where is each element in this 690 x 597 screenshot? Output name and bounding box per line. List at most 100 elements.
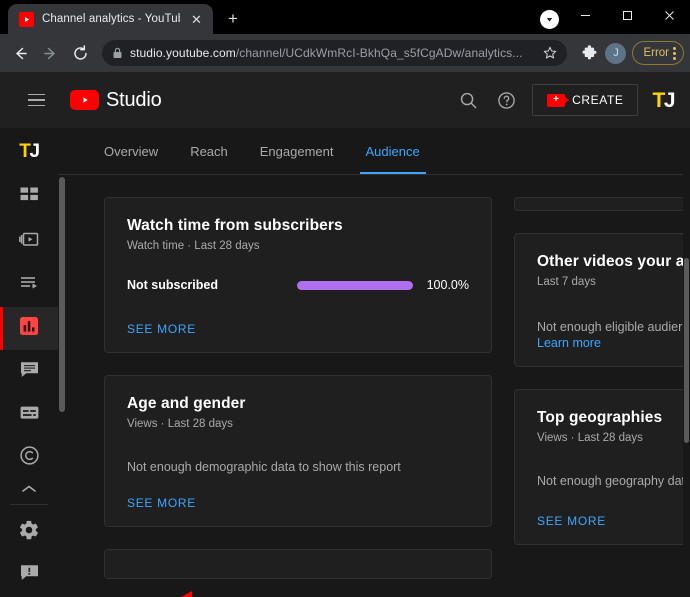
create-button[interactable]: + CREATE bbox=[532, 84, 638, 116]
bar-percent-label: 100.0% bbox=[427, 278, 469, 292]
bar-row-label: Not subscribed bbox=[127, 278, 297, 292]
three-dot-menu-icon[interactable] bbox=[673, 47, 676, 60]
studio-body: TJ bbox=[0, 128, 690, 597]
card-watch-time-from-subscribers[interactable]: Watch time from subscribers Watch time ·… bbox=[104, 197, 492, 353]
card-empty-note: Not enough demographic data to show this… bbox=[127, 460, 469, 474]
browser-toolbar: studio.youtube.com/channel/UCdkWmRcI-Bkh… bbox=[0, 34, 690, 72]
youtube-favicon bbox=[19, 12, 34, 27]
channel-avatar[interactable]: TJ bbox=[652, 90, 674, 111]
cards-column-left: Watch time from subscribers Watch time ·… bbox=[104, 197, 492, 579]
see-more-link-top-geographies[interactable]: SEE MORE bbox=[537, 514, 690, 528]
studio-logo[interactable]: Studio bbox=[70, 89, 162, 112]
studio-header: Studio + CREATE TJ bbox=[0, 72, 690, 128]
bar-track bbox=[297, 281, 413, 290]
window-controls bbox=[564, 0, 690, 30]
sidebar-collapse-button[interactable] bbox=[0, 480, 58, 500]
reload-icon[interactable] bbox=[66, 39, 94, 67]
address-bar[interactable]: studio.youtube.com/channel/UCdkWmRcI-Bkh… bbox=[102, 40, 567, 66]
cards-grid: Watch time from subscribers Watch time ·… bbox=[58, 175, 690, 579]
sidebar-item-send-feedback[interactable] bbox=[0, 554, 58, 597]
avatar-letter-j: J bbox=[664, 90, 674, 111]
puzzle-piece-icon[interactable] bbox=[575, 39, 603, 67]
browser-tab-title: Channel analytics - YouTube Stud bbox=[42, 13, 180, 25]
browser-window: Channel analytics - YouTube Stud ✕ + bbox=[0, 0, 690, 597]
page-scrollbar[interactable] bbox=[683, 128, 690, 597]
tab-audience[interactable]: Audience bbox=[350, 128, 436, 174]
create-button-label: CREATE bbox=[572, 93, 623, 107]
sidebar-divider bbox=[10, 504, 48, 505]
maximize-button[interactable] bbox=[606, 0, 648, 30]
copyright-icon bbox=[19, 445, 40, 471]
card-empty-note: Not enough eligible audier bbox=[537, 320, 690, 334]
tab-engagement[interactable]: Engagement bbox=[244, 128, 350, 174]
search-icon[interactable] bbox=[456, 88, 480, 112]
card-partial-above[interactable] bbox=[514, 197, 690, 211]
hamburger-menu-icon[interactable] bbox=[16, 80, 56, 120]
cards-column-right: Other videos your aud Last 7 days Not en… bbox=[514, 197, 690, 579]
sidebar-item-subtitles[interactable] bbox=[0, 393, 58, 436]
help-icon[interactable] bbox=[494, 88, 518, 112]
card-subtitle: Last 7 days bbox=[537, 276, 690, 288]
studio-sidebar: TJ bbox=[0, 128, 58, 597]
sidebar-item-copyright[interactable] bbox=[0, 437, 58, 480]
card-subtitle: Views · Last 28 days bbox=[537, 432, 690, 444]
new-tab-button[interactable]: + bbox=[219, 5, 247, 33]
minimize-button[interactable] bbox=[564, 0, 606, 30]
card-title: Age and gender bbox=[127, 395, 469, 413]
card-title: Other videos your aud bbox=[537, 253, 690, 271]
gear-icon bbox=[18, 519, 40, 546]
close-icon[interactable]: ✕ bbox=[188, 11, 205, 28]
error-indicator-button[interactable]: Error bbox=[632, 41, 684, 65]
inner-scrollbar-thumb[interactable] bbox=[59, 177, 65, 412]
profile-avatar[interactable]: J bbox=[605, 43, 626, 64]
chevron-up-icon bbox=[21, 481, 37, 499]
video-camera-icon: + bbox=[547, 94, 565, 107]
browser-tab[interactable]: Channel analytics - YouTube Stud ✕ bbox=[8, 4, 213, 34]
sidebar-channel-avatar[interactable]: TJ bbox=[19, 142, 38, 161]
card-partial-below[interactable] bbox=[104, 549, 492, 579]
card-subtitle: Watch time · Last 28 days bbox=[127, 240, 469, 252]
avatar-letter-t: T bbox=[652, 90, 663, 111]
url-domain: studio.youtube.com bbox=[130, 46, 236, 60]
close-window-button[interactable] bbox=[648, 0, 690, 30]
card-title: Watch time from subscribers bbox=[127, 217, 469, 235]
card-other-videos-your-audience-watched[interactable]: Other videos your aud Last 7 days Not en… bbox=[514, 233, 690, 367]
playlist-icon bbox=[19, 272, 40, 298]
card-age-and-gender[interactable]: Age and gender Views · Last 28 days Not … bbox=[104, 375, 492, 527]
comment-icon bbox=[19, 359, 40, 385]
card-top-geographies[interactable]: Top geographies Views · Last 28 days Not… bbox=[514, 389, 690, 545]
analytics-content: Overview Reach Engagement Audience Watch… bbox=[58, 128, 690, 597]
youtube-logo-icon bbox=[70, 90, 99, 110]
sidebar-item-analytics[interactable] bbox=[0, 307, 58, 350]
sidebar-avatar-letter-t: T bbox=[19, 142, 29, 161]
bar-fill bbox=[297, 281, 413, 290]
tab-reach[interactable]: Reach bbox=[174, 128, 244, 174]
card-title: Top geographies bbox=[537, 409, 690, 427]
sidebar-item-settings[interactable] bbox=[0, 510, 58, 553]
subtitles-icon bbox=[19, 402, 40, 428]
analytics-tab-bar: Overview Reach Engagement Audience bbox=[58, 128, 690, 175]
back-arrow-icon[interactable] bbox=[6, 39, 34, 67]
forward-arrow-icon[interactable] bbox=[36, 39, 64, 67]
sidebar-item-playlists[interactable] bbox=[0, 264, 58, 307]
cards-scroll-area: Watch time from subscribers Watch time ·… bbox=[58, 175, 690, 597]
sidebar-item-dashboard[interactable] bbox=[0, 177, 58, 220]
studio-header-actions: + CREATE TJ bbox=[456, 84, 674, 116]
sidebar-item-content[interactable] bbox=[0, 220, 58, 263]
url-text: studio.youtube.com/channel/UCdkWmRcI-Bkh… bbox=[130, 46, 536, 60]
send-feedback-icon bbox=[19, 562, 40, 588]
sidebar-item-comments[interactable] bbox=[0, 350, 58, 393]
tab-overview[interactable]: Overview bbox=[88, 128, 174, 174]
watch-time-bar-row: Not subscribed 100.0% bbox=[127, 278, 469, 292]
download-indicator-icon[interactable] bbox=[540, 10, 559, 29]
studio-logo-text: Studio bbox=[106, 89, 162, 112]
see-more-link-watch-time[interactable]: SEE MORE bbox=[127, 322, 469, 336]
url-path: /channel/UCdkWmRcI-BkhQa_s5fCgADw/analyt… bbox=[236, 46, 523, 60]
learn-more-link[interactable]: Learn more bbox=[537, 336, 690, 350]
inner-scrollbar[interactable] bbox=[58, 175, 66, 597]
video-library-icon bbox=[18, 228, 40, 255]
see-more-link-age-gender[interactable]: SEE MORE bbox=[127, 496, 469, 510]
page-scrollbar-thumb[interactable] bbox=[684, 258, 689, 443]
left-pointing-arrow-annotation bbox=[172, 590, 230, 597]
star-icon[interactable] bbox=[543, 46, 557, 60]
